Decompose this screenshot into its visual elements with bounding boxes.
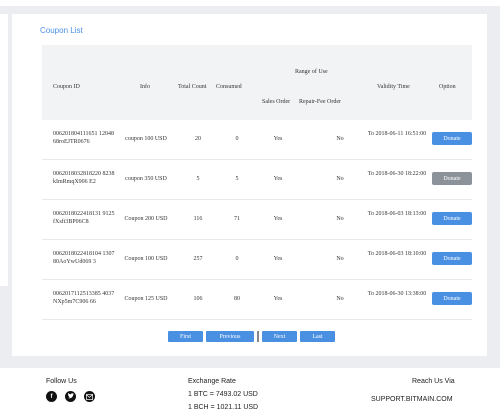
exchange-rate-label: Exchange Rate [188,378,236,385]
coupon-info: Coupon 100 USD [124,256,168,262]
validity-time: To 2018-06-11 16:51:00 [367,131,427,137]
sales-order-flag: Yes [273,216,283,222]
validity-time: To 2018-06-03 18:13:00 [367,211,427,217]
coupon-id: 0062018032818220 8238kImRmqX906 E2 [53,171,115,185]
follow-us-label: Follow Us [46,378,77,385]
coupon-table-body: 006201804111651 1204868roEJTR0676 coupon… [42,120,472,320]
total-count: 20 [195,136,201,142]
repair-fee-order-flag: No [336,136,344,142]
previous-page-button[interactable]: Previous [206,331,254,342]
coupon-info: Coupon 125 USD [124,296,168,302]
coupon-id: 0062018022418104 130780AoYwUd069 3 [53,251,115,265]
sales-order-flag: Yes [273,296,283,302]
pagination: First Previous Next Last [168,331,335,342]
left-panel-edge [0,14,8,286]
header-validity-time: Validity Time [377,84,410,90]
validity-time: To 2018-06-30 13:38:00 [367,291,427,297]
total-count: 5 [196,176,200,182]
bch-rate: 1 BCH = 1021.11 USD [188,404,259,411]
consumed-count: 0 [235,136,239,142]
total-count: 257 [193,256,203,262]
support-link[interactable]: SUPPORT.BITMAIN.COM [371,396,453,403]
consumed-count: 71 [234,216,240,222]
table-row: 0062018022418104 130780AoYwUd069 3 Coupo… [42,240,472,280]
table-row: 0062018022418131 9125fXsft3BP06C8 Coupon… [42,200,472,240]
header-consumed: Consumed [216,84,242,90]
coupon-info: Coupon 200 USD [124,216,168,222]
consumed-count: 80 [234,296,240,302]
reach-us-label: Reach Us Via [412,378,455,385]
header-sales-order: Sales Order [262,99,291,105]
first-page-button[interactable]: First [168,331,203,342]
coupon-id: 0062018022418131 9125fXsft3BP06C8 [53,211,115,225]
facebook-icon[interactable]: f [46,391,57,402]
coupon-info: coupon 100 USD [125,136,167,142]
donate-button[interactable]: Donate [432,132,472,145]
table-row: 006201804111651 1204868roEJTR0676 coupon… [42,120,472,160]
coupon-info: coupon 350 USD [125,176,167,182]
donate-button[interactable]: Donate [432,212,472,225]
header-coupon-id: Coupon ID [53,84,80,90]
validity-time: To 2018-06-30 18:22:00 [367,171,427,177]
repair-fee-order-flag: No [336,256,344,262]
header-repair-fee-order: Repair-Fee Order [299,99,342,105]
sales-order-flag: Yes [273,256,283,262]
header-range-of-use: Range of Use [295,69,328,75]
donate-button[interactable]: Donate [432,292,472,305]
email-icon[interactable] [84,391,95,402]
header-info: Info [140,84,150,90]
total-count: 116 [193,216,203,222]
last-page-button[interactable]: Last [300,331,335,342]
validity-time: To 2018-06-03 18:10:00 [367,251,427,257]
consumed-count: 0 [235,256,239,262]
header-total-count: Total Count [178,84,207,90]
pagination-divider [257,331,259,342]
repair-fee-order-flag: No [336,296,344,302]
coupon-id: 0062017112513385 4037NXp5m7C906 66 [53,291,115,305]
twitter-icon[interactable] [65,391,76,402]
consumed-count: 5 [235,176,239,182]
donate-button[interactable]: Donate [432,252,472,265]
sales-order-flag: Yes [273,176,283,182]
top-bar [0,0,500,6]
card-title: Coupon List [40,26,83,35]
table-row: 0062017112513385 4037NXp5m7C906 66 Coupo… [42,280,472,320]
site-footer: Follow Us f Exchange Rate 1 BTC = 7493.0… [0,368,500,415]
sales-order-flag: Yes [273,136,283,142]
next-page-button[interactable]: Next [262,331,297,342]
coupon-id: 006201804111651 1204868roEJTR0676 [53,131,115,145]
table-row: 0062018032818220 8238kImRmqX906 E2 coupo… [42,160,472,200]
donate-button-disabled[interactable]: Donate [432,172,472,185]
repair-fee-order-flag: No [336,216,344,222]
total-count: 106 [193,296,203,302]
repair-fee-order-flag: No [336,176,344,182]
table-header: Coupon ID Info Total Count Consumed Rang… [42,45,472,120]
btc-rate: 1 BTC = 7493.02 USD [188,391,258,398]
header-option: Option [439,84,456,90]
coupon-list-card: Coupon List Coupon ID Info Total Count C… [12,14,487,356]
